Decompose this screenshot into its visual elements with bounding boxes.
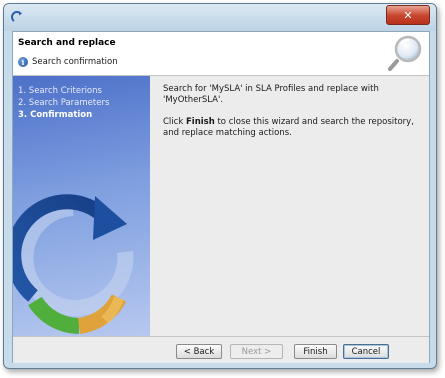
subtitle-text: Search confirmation (32, 57, 118, 67)
app-logo-icon (11, 11, 22, 22)
close-button[interactable]: ✕ (386, 5, 430, 25)
instruction-prefix: Click (163, 117, 186, 127)
magnifier-icon (388, 35, 422, 71)
instruction-text: Click Finish to close this wizard and se… (163, 117, 418, 139)
next-button[interactable]: Next > (230, 344, 283, 359)
step-item-search-parameters: 2. Search Parameters (18, 98, 110, 108)
button-bar: < Back Next > Finish Cancel (13, 336, 429, 363)
close-icon: ✕ (403, 8, 413, 22)
step-item-search-criterions: 1. Search Criterions (18, 86, 102, 96)
wizard-window: ✕ Search and replace i Search confirmati… (3, 3, 437, 369)
summary-text: Search for 'MySLA' in SLA Profiles and r… (163, 84, 379, 105)
wizard-content: Search for 'MySLA' in SLA Profiles and r… (163, 84, 418, 150)
step-list: 1. Search Criterions 2. Search Parameter… (18, 85, 109, 121)
back-button[interactable]: < Back (176, 344, 222, 359)
step-item-confirmation: 3. Confirmation (18, 110, 93, 120)
wizard-header: Search and replace i Search confirmation (13, 32, 429, 76)
wizard-client: Search and replace i Search confirmation (12, 31, 430, 363)
page-title: Search and replace (18, 38, 116, 48)
circular-arrow-logo-icon (13, 194, 134, 334)
title-bar[interactable]: ✕ (4, 4, 436, 31)
finish-button[interactable]: Finish (294, 344, 337, 359)
info-icon: i (18, 57, 28, 67)
instruction-finish-word: Finish (185, 117, 215, 127)
cancel-button[interactable]: Cancel (343, 344, 389, 359)
page-subtitle: i Search confirmation (18, 57, 118, 67)
wizard-sidebar: 1. Search Criterions 2. Search Parameter… (13, 76, 150, 336)
